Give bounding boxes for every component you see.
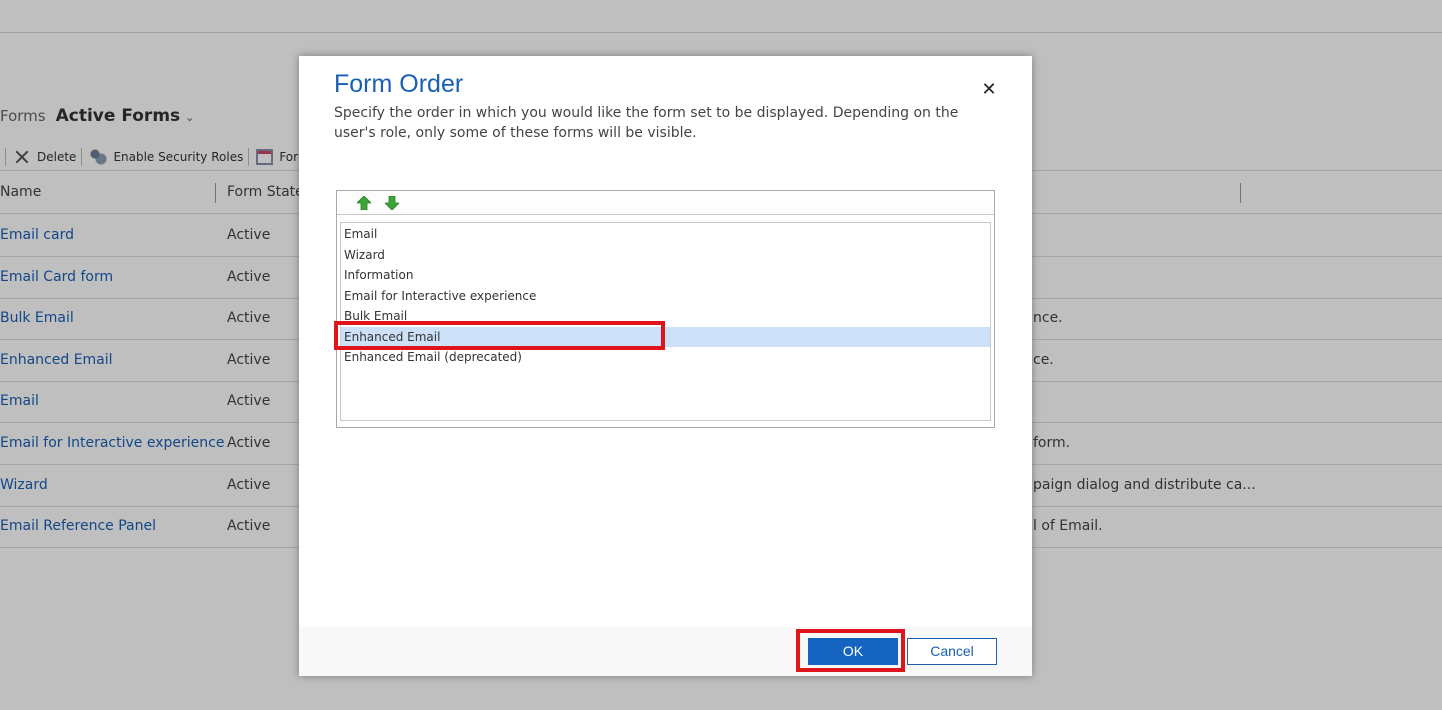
move-down-arrow-icon[interactable] [385,196,399,210]
order-toolbar [337,191,994,215]
cancel-button[interactable]: Cancel [907,638,997,665]
highlight-box-ok-button [796,629,905,672]
form-order-dialog: Form Order ✕ Specify the order in which … [299,56,1032,676]
order-list-item[interactable]: Wizard [341,245,990,265]
dialog-footer: OK Cancel [299,627,1032,676]
order-list-item[interactable]: Enhanced Email (deprecated) [341,347,990,367]
move-up-arrow-icon[interactable] [357,196,371,210]
order-list-item[interactable]: Email for Interactive experience [341,286,990,306]
order-list-item[interactable]: Email [341,224,990,244]
dialog-title: Form Order [334,70,464,98]
order-list-item[interactable]: Information [341,265,990,285]
dialog-description: Specify the order in which you would lik… [334,105,959,141]
form-order-panel: Email Wizard Information Email for Interact… [336,190,995,428]
highlight-box-enhanced-email [334,321,665,350]
close-icon[interactable]: ✕ [978,81,1000,99]
